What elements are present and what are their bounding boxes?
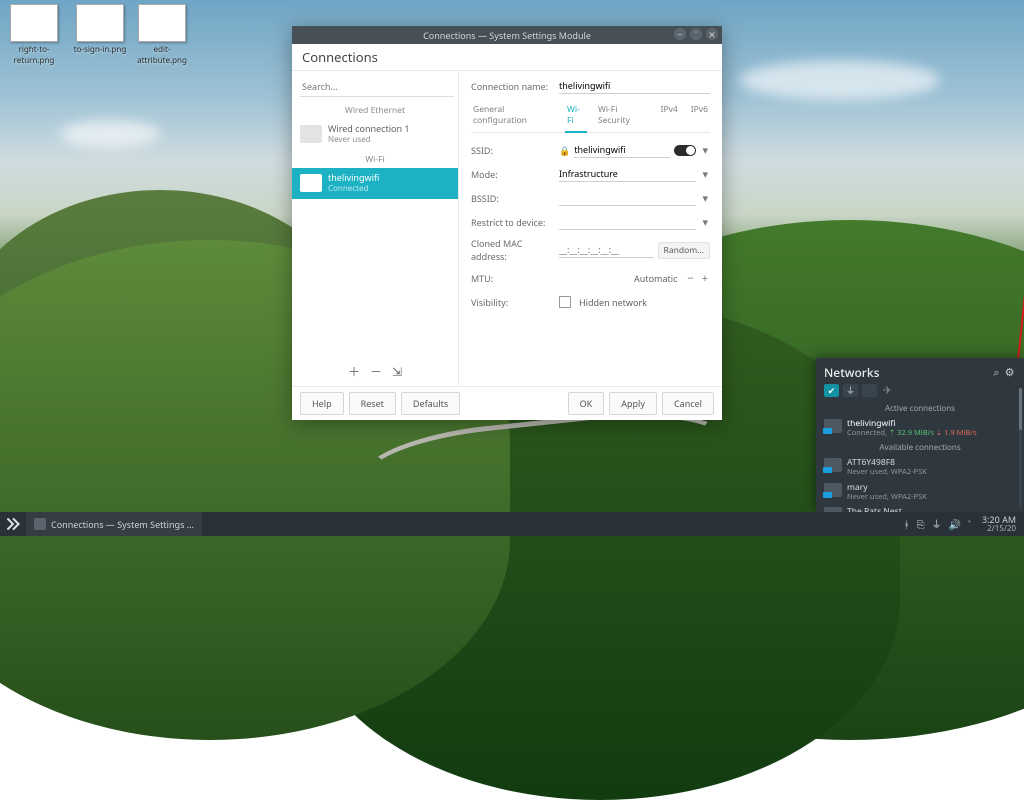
network-row[interactable]: ATT6Y498F8Never used, WPA2-PSK	[816, 455, 1024, 479]
start-menu-button[interactable]	[0, 512, 26, 536]
apply-button[interactable]: Apply	[609, 392, 657, 415]
networks-popup: Networks ⌕ ⚙ ✔ ⏚ ✈ Active connections th…	[816, 358, 1024, 512]
page-title: Connections	[292, 44, 722, 71]
mtu-label: MTU:	[471, 272, 559, 285]
tab-wifi[interactable]: Wi-Fi	[565, 101, 587, 133]
search-icon[interactable]: ⌕	[990, 366, 1003, 379]
window-close-button[interactable]: ✕	[706, 28, 718, 40]
connection-item-wifi-selected[interactable]: thelivingwifi Connected	[292, 168, 458, 199]
kde-logo-icon	[6, 517, 20, 531]
mode-dropdown[interactable]: ▾	[700, 167, 710, 182]
window-icon	[34, 518, 46, 530]
connection-item-wired[interactable]: Wired connection 1 Never used	[292, 119, 458, 150]
window-titlebar[interactable]: Connections — System Settings Module ‒ ˄…	[292, 26, 722, 44]
tab-general[interactable]: General configuration	[471, 101, 556, 132]
bluetooth-icon[interactable]: ᚼ	[904, 517, 910, 531]
connection-list-panel: Wired Ethernet Wired connection 1 Never …	[292, 71, 459, 386]
wifi-icon	[300, 174, 322, 192]
dialog-footer: Help Reset Defaults OK Apply Cancel	[292, 386, 722, 420]
tab-wifi-security[interactable]: Wi-Fi Security	[596, 101, 650, 132]
chevron-up-icon[interactable]: ˄	[968, 517, 971, 531]
desktop-file-icon[interactable]: to-sign-in.png	[72, 4, 128, 55]
bssid-input[interactable]	[559, 190, 696, 206]
mode-select[interactable]	[559, 166, 696, 182]
wifi-icon	[824, 419, 842, 433]
available-section-header: Available connections	[816, 440, 1024, 455]
active-section-header: Active connections	[816, 401, 1024, 416]
restrict-device-input[interactable]	[559, 214, 696, 230]
window-minimize-button[interactable]: ‒	[674, 28, 686, 40]
ssid-visibility-toggle[interactable]	[674, 145, 696, 156]
visibility-label: Visibility:	[471, 296, 559, 309]
remove-connection-button[interactable]: －	[370, 363, 382, 380]
random-mac-button[interactable]: Random...	[658, 242, 710, 259]
restrict-device-label: Restrict to device:	[471, 216, 559, 229]
taskbar: Connections — System Settings ... ᚼ ⎘ ⏚ …	[0, 512, 1024, 536]
clock[interactable]: 3:20 AM 2/15/20	[978, 515, 1016, 533]
cloned-mac-label: Cloned MAC address:	[471, 237, 559, 263]
filter-connected[interactable]: ✔	[824, 384, 839, 397]
settings-tabs: General configuration Wi-Fi Wi-Fi Securi…	[471, 101, 710, 133]
clock-date: 2/15/20	[982, 525, 1016, 533]
mtu-value: Automatic	[634, 272, 677, 285]
connections-window: Connections — System Settings Module ‒ ˄…	[292, 26, 722, 420]
group-header-wifi: Wi-Fi	[292, 150, 458, 168]
network-row[interactable]: The Rats NestNever used, WPA2-PSK	[816, 504, 1024, 512]
defaults-button[interactable]: Defaults	[401, 392, 460, 415]
bssid-label: BSSID:	[471, 192, 559, 205]
ok-button[interactable]: OK	[568, 392, 605, 415]
lock-icon: 🔒	[559, 144, 570, 157]
cloned-mac-input[interactable]	[559, 242, 654, 258]
filter-wifi[interactable]: ⏚	[843, 384, 858, 397]
scrollbar[interactable]	[1019, 388, 1022, 508]
bssid-dropdown[interactable]: ▾	[700, 191, 710, 206]
window-maximize-button[interactable]: ˄	[690, 28, 702, 40]
desktop-file-icon[interactable]: edit-attribute.png	[134, 4, 190, 66]
network-row[interactable]: maryNever used, WPA2-PSK	[816, 480, 1024, 504]
network-row-active[interactable]: thelivingwifi Connected, ⇡ 32.9 MiB/s ⇣ …	[816, 416, 1024, 440]
mode-label: Mode:	[471, 168, 559, 181]
network-tray-icon[interactable]: ⏚	[932, 516, 942, 531]
ssid-label: SSID:	[471, 144, 559, 157]
mtu-decrease[interactable]: −	[685, 271, 695, 286]
hidden-network-checkbox[interactable]	[559, 296, 571, 308]
window-title: Connections — System Settings Module	[423, 29, 591, 42]
system-tray: ᚼ ⎘ ⏚ 🔊 ˄ 3:20 AM 2/15/20	[896, 515, 1024, 533]
mtu-increase[interactable]: +	[700, 271, 710, 286]
ethernet-icon	[300, 125, 322, 143]
add-connection-button[interactable]: ＋	[348, 363, 360, 380]
cancel-button[interactable]: Cancel	[662, 392, 714, 415]
volume-icon[interactable]: 🔊	[949, 517, 961, 531]
airplane-mode-icon[interactable]: ✈	[881, 384, 894, 397]
taskbar-task[interactable]: Connections — System Settings ...	[26, 512, 203, 536]
ssid-input[interactable]	[574, 142, 670, 158]
hidden-network-label: Hidden network	[579, 296, 647, 309]
restrict-device-dropdown[interactable]: ▾	[700, 215, 710, 230]
search-input[interactable]	[300, 77, 454, 97]
desktop-file-icon[interactable]: right-to-return.png	[6, 4, 62, 66]
reset-button[interactable]: Reset	[349, 392, 396, 415]
tab-ipv6[interactable]: IPv6	[689, 101, 710, 132]
help-button[interactable]: Help	[300, 392, 344, 415]
tab-ipv4[interactable]: IPv4	[659, 101, 680, 132]
taskbar-task-label: Connections — System Settings ...	[51, 518, 194, 531]
wifi-signal-icon: ⏚	[846, 384, 855, 397]
ssid-dropdown[interactable]: ▾	[700, 143, 710, 158]
group-header-wired: Wired Ethernet	[292, 101, 458, 119]
export-connection-button[interactable]: ⇲	[392, 363, 402, 380]
available-networks-list: ATT6Y498F8Never used, WPA2-PSK maryNever…	[816, 455, 1024, 512]
wifi-icon	[824, 483, 842, 497]
gear-icon[interactable]: ⚙	[1003, 366, 1016, 379]
wifi-icon	[824, 458, 842, 472]
connection-details-panel: Connection name: General configuration W…	[459, 71, 722, 386]
connection-name-input[interactable]	[559, 78, 710, 94]
filter-wired[interactable]	[862, 384, 877, 397]
connection-name-label: Connection name:	[471, 80, 559, 93]
networks-title: Networks	[824, 364, 990, 381]
clipboard-icon[interactable]: ⎘	[917, 517, 925, 531]
